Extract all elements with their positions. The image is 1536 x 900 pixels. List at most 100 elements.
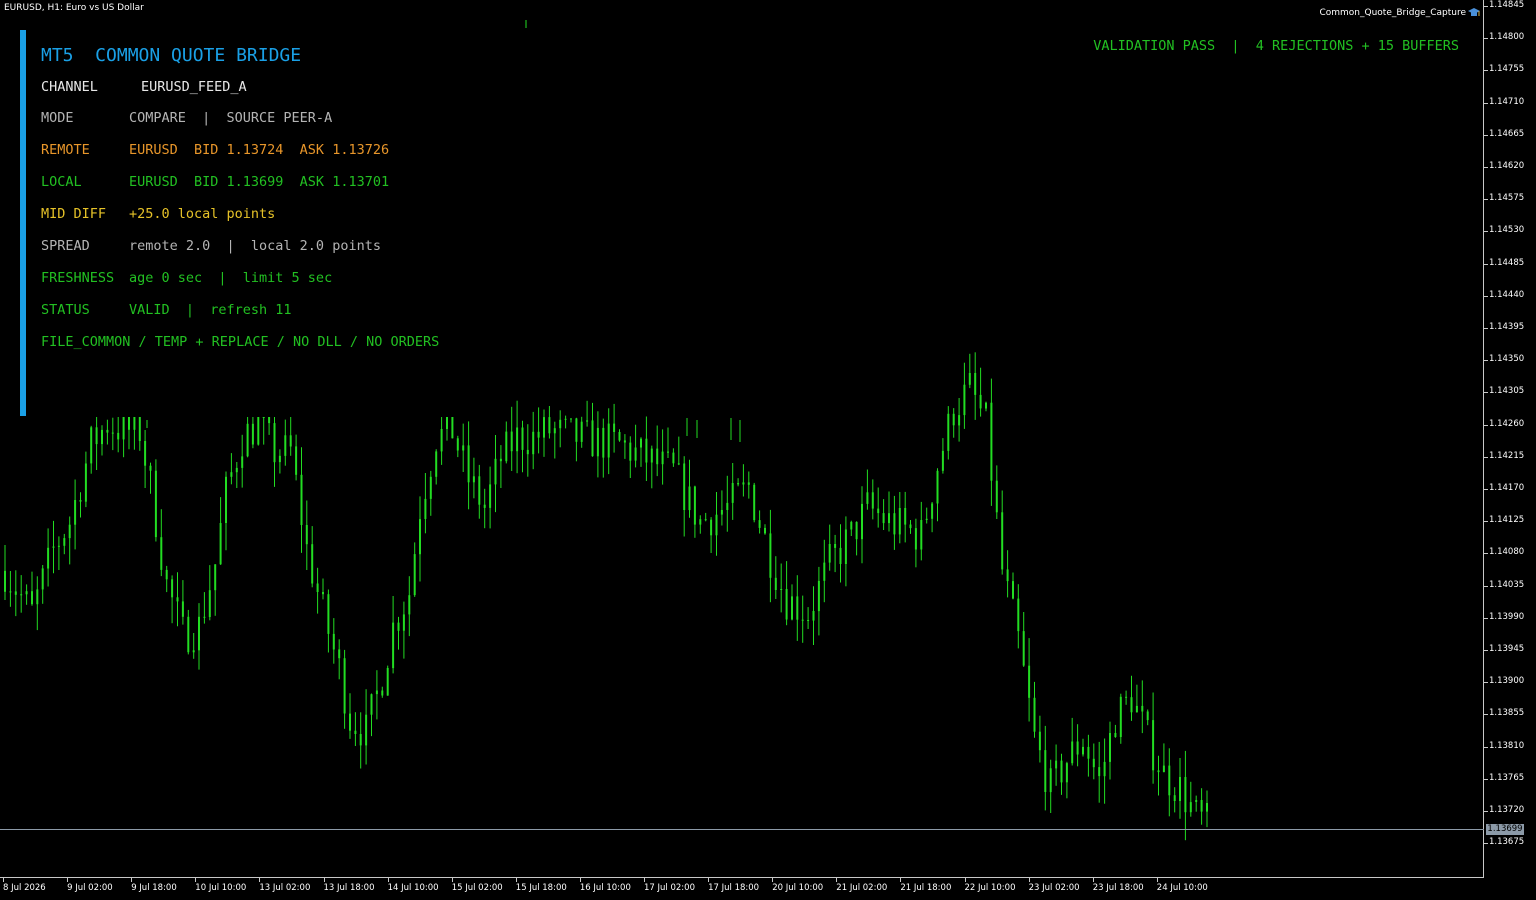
candle-body <box>370 694 373 715</box>
candle-body <box>812 611 815 621</box>
time-tick-mark <box>708 878 710 882</box>
candle-body <box>1146 711 1149 721</box>
price-tick-label: 1.14305 <box>1489 386 1525 397</box>
candle-body <box>365 714 368 746</box>
time-tick-mark <box>259 878 261 882</box>
candle-body <box>440 429 443 452</box>
candle-body <box>57 545 60 547</box>
candle-body <box>877 508 880 514</box>
candle-body <box>850 521 853 530</box>
candle-body <box>74 500 77 525</box>
candle-body <box>726 502 729 510</box>
candle-body <box>198 616 200 651</box>
candle-body <box>861 503 863 540</box>
candle-body <box>246 423 249 457</box>
candle-body <box>1141 705 1144 712</box>
candle-body <box>570 418 572 420</box>
candle-body <box>25 591 28 595</box>
chart-area[interactable] <box>0 0 1484 878</box>
price-tick-mark <box>1484 714 1488 716</box>
time-tick-label: 14 Jul 10:00 <box>387 883 439 893</box>
candle-body <box>693 486 696 525</box>
time-tick-mark <box>323 878 325 882</box>
candle-body <box>268 417 271 424</box>
candle-body <box>1184 777 1187 813</box>
candle-body <box>828 544 831 563</box>
price-tick-label: 1.14125 <box>1489 515 1525 526</box>
price-tick-mark <box>1484 650 1488 651</box>
candle-body <box>451 417 454 439</box>
price-tick-label: 1.14440 <box>1489 289 1525 300</box>
candle-body <box>429 476 432 499</box>
candle-body <box>871 492 874 509</box>
candle-body <box>1200 800 1203 812</box>
price-tick-label: 1.14035 <box>1489 579 1525 590</box>
panel-title: MT5 COMMON QUOTE BRIDGE <box>41 45 302 66</box>
candle-body <box>898 508 901 535</box>
candle-body <box>618 432 621 441</box>
candle-body <box>203 616 206 618</box>
candle-body <box>667 451 669 453</box>
candle-body <box>435 451 438 477</box>
candle-body <box>241 456 244 468</box>
candle-body <box>41 568 44 590</box>
candle-body <box>343 658 346 714</box>
price-tick-label: 1.14800 <box>1489 32 1525 43</box>
candle-body <box>990 402 993 481</box>
candle-body <box>796 596 799 620</box>
time-tick-label: 21 Jul 18:00 <box>900 883 952 893</box>
graduation-cap-icon[interactable] <box>1468 7 1480 18</box>
candle-body <box>844 529 847 564</box>
candle-body <box>834 544 837 548</box>
time-tick-mark <box>644 878 645 882</box>
candle-body <box>311 544 314 584</box>
candle-body <box>974 373 977 395</box>
price-tick-mark <box>1484 38 1488 40</box>
candle-body <box>575 418 578 442</box>
candle-body <box>295 446 298 475</box>
candle-body <box>753 484 756 521</box>
mode-value: COMPARE | SOURCE PEER-A <box>129 110 333 126</box>
candle-body <box>634 447 637 461</box>
candle-body <box>138 417 141 441</box>
candle-body <box>769 533 772 578</box>
candle-body <box>424 498 427 519</box>
candle-body <box>1017 598 1020 632</box>
price-tick-label: 1.13990 <box>1489 611 1525 622</box>
candle-body <box>446 417 448 429</box>
candle-body <box>505 431 508 462</box>
candle-body <box>478 476 481 505</box>
expert-advisor-name[interactable]: Common_Quote_Bridge_Capture <box>1319 8 1466 18</box>
candle-body <box>316 583 319 592</box>
price-tick-label: 1.14530 <box>1489 225 1525 236</box>
price-tick-mark <box>1484 489 1488 490</box>
candle-body <box>952 413 955 426</box>
candle-body <box>9 591 12 593</box>
price-tick-mark <box>1484 392 1488 394</box>
time-tick-mark <box>515 878 517 882</box>
price-tick-label: 1.13810 <box>1489 740 1525 751</box>
candle-body <box>1157 770 1160 773</box>
candle-body <box>801 619 804 621</box>
price-tick-label: 1.13855 <box>1489 708 1525 719</box>
price-tick-mark <box>1484 231 1488 233</box>
mid-diff-label: MID DIFF <box>41 206 107 222</box>
candle-body <box>699 519 702 525</box>
candle-body <box>1206 803 1208 812</box>
candle-body <box>289 435 292 447</box>
candle-body <box>31 591 33 605</box>
time-tick-label: 20 Jul 10:00 <box>772 883 824 893</box>
candle-body <box>780 589 783 590</box>
candle-body <box>1114 733 1117 737</box>
candle-body <box>1071 741 1074 764</box>
candle-body <box>683 463 686 510</box>
time-tick-label: 15 Jul 18:00 <box>515 883 567 893</box>
spread-label: SPREAD <box>41 238 90 254</box>
candle-body <box>661 451 664 465</box>
candle-body <box>1092 758 1095 768</box>
time-tick-mark <box>67 878 69 882</box>
candle-body <box>1082 746 1084 755</box>
candle-body <box>375 690 378 695</box>
candle-body <box>327 594 330 634</box>
candle-body <box>758 520 761 528</box>
